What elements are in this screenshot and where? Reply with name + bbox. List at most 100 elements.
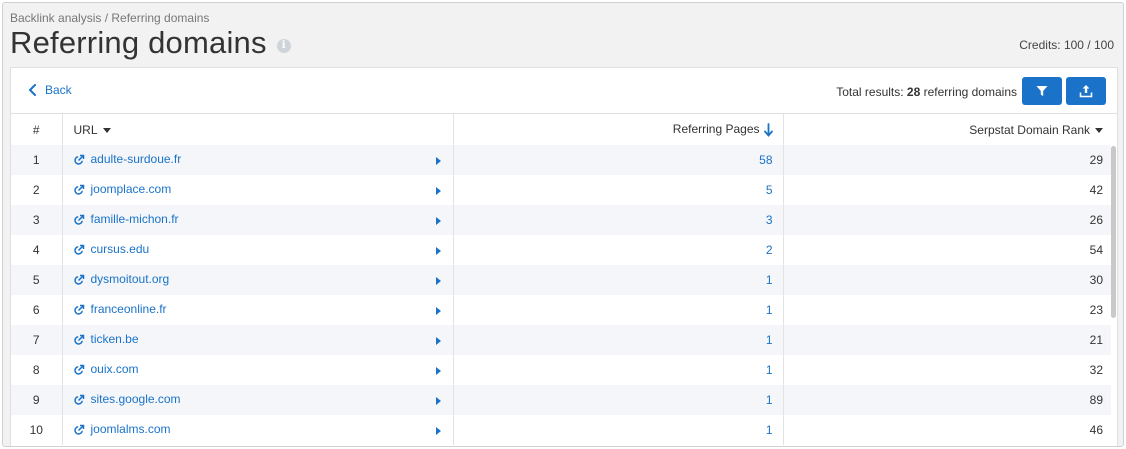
- table-row: 4 cursus.edu 2 54: [11, 235, 1111, 265]
- row-number: 4: [11, 235, 63, 265]
- domain-name: franceonline.fr: [90, 302, 167, 317]
- info-icon[interactable]: i: [276, 39, 291, 53]
- results-card: Back Total results: 28 referring domains: [10, 67, 1118, 446]
- domain-name: ticken.be: [90, 332, 139, 347]
- table-header-row: # URL Referring Pages Serpstat Domain Ra…: [11, 114, 1111, 145]
- referring-pages-value[interactable]: 1: [453, 265, 784, 295]
- column-header-url-label: URL: [73, 122, 98, 137]
- column-header-rank-label: Serpstat Domain Rank: [969, 122, 1090, 137]
- row-number: 3: [11, 205, 63, 235]
- domain-link[interactable]: cursus.edu: [73, 242, 150, 257]
- filter-button[interactable]: [1022, 77, 1062, 105]
- sort-descending-icon: [763, 123, 773, 137]
- expand-arrow-icon[interactable]: [435, 427, 441, 435]
- external-link-icon: [73, 214, 84, 225]
- domain-link[interactable]: ticken.be: [73, 332, 139, 347]
- domain-name: dysmoitout.org: [90, 272, 170, 287]
- domain-name: sites.google.com: [90, 392, 181, 407]
- expand-arrow-icon[interactable]: [435, 337, 441, 345]
- expand-arrow-icon[interactable]: [435, 307, 441, 315]
- url-cell: cursus.edu: [62, 235, 454, 265]
- url-cell: ouix.com: [62, 355, 454, 385]
- row-number: 8: [11, 355, 63, 385]
- domain-link[interactable]: adulte-surdoue.fr: [73, 152, 182, 167]
- domain-rank-value: 29: [783, 145, 1111, 175]
- url-cell: famille-michon.fr: [62, 205, 454, 235]
- external-link-icon: [73, 244, 84, 255]
- external-link-icon: [73, 184, 84, 195]
- back-button[interactable]: Back: [27, 83, 72, 97]
- back-label: Back: [45, 83, 72, 97]
- domain-link[interactable]: joomlalms.com: [73, 422, 171, 437]
- breadcrumb[interactable]: Backlink analysis / Referring domains: [10, 11, 209, 25]
- external-link-icon: [73, 154, 84, 165]
- domain-name: joomlalms.com: [90, 422, 171, 437]
- domain-link[interactable]: famille-michon.fr: [73, 212, 179, 226]
- referring-domains-table: # URL Referring Pages Serpstat Domain Ra…: [11, 114, 1111, 445]
- expand-arrow-icon[interactable]: [435, 367, 441, 375]
- table-row: 5 dysmoitout.org 1 30: [11, 265, 1111, 295]
- domain-rank-value: 89: [783, 385, 1111, 415]
- referring-pages-value[interactable]: 1: [453, 385, 784, 415]
- page-title: Referring domains: [10, 25, 267, 60]
- domain-name: adulte-surdoue.fr: [90, 152, 182, 167]
- table-row: 7 ticken.be 1 21: [11, 325, 1111, 355]
- total-suffix: referring domains: [920, 85, 1017, 99]
- row-number: 10: [11, 415, 63, 445]
- column-header-ref-label: Referring Pages: [672, 122, 760, 137]
- table-body: 1 adulte-surdoue.fr 58 29 2 joomplace.com 5 42 3…: [11, 145, 1111, 445]
- table-row: 10 joomlalms.com 1 46: [11, 415, 1111, 445]
- referring-pages-value[interactable]: 58: [453, 145, 784, 175]
- domain-name: ouix.com: [90, 362, 139, 377]
- expand-arrow-icon[interactable]: [435, 397, 441, 405]
- column-header-url[interactable]: URL: [62, 114, 454, 145]
- external-link-icon: [73, 424, 84, 435]
- referring-pages-value[interactable]: 1: [453, 415, 784, 445]
- expand-arrow-icon[interactable]: [435, 157, 441, 165]
- expand-arrow-icon[interactable]: [435, 277, 441, 285]
- referring-pages-value[interactable]: 5: [453, 175, 784, 205]
- domain-rank-value: 26: [783, 205, 1111, 235]
- referring-pages-value[interactable]: 1: [453, 355, 784, 385]
- table-row: 1 adulte-surdoue.fr 58 29: [11, 145, 1111, 175]
- row-number: 7: [11, 325, 63, 355]
- expand-arrow-icon[interactable]: [435, 187, 441, 195]
- filter-icon: [1036, 86, 1048, 96]
- row-number: 6: [11, 295, 63, 325]
- domain-name: joomplace.com: [90, 182, 172, 197]
- expand-arrow-icon[interactable]: [435, 217, 441, 225]
- referring-pages-value[interactable]: 3: [453, 205, 784, 235]
- url-cell: joomlalms.com: [62, 415, 454, 445]
- export-button[interactable]: [1066, 77, 1106, 105]
- results-toolbar: Back Total results: 28 referring domains: [11, 68, 1117, 114]
- column-header-referring-pages[interactable]: Referring Pages: [453, 114, 784, 145]
- domain-link[interactable]: ouix.com: [73, 362, 139, 377]
- url-cell: franceonline.fr: [62, 295, 454, 325]
- domain-name: cursus.edu: [90, 242, 150, 257]
- external-link-icon: [73, 334, 84, 345]
- chevron-left-icon: [29, 84, 36, 96]
- domain-link[interactable]: sites.google.com: [73, 392, 181, 407]
- url-cell: sites.google.com: [62, 385, 454, 415]
- domain-rank-value: 23: [783, 295, 1111, 325]
- table-row: 9 sites.google.com 1 89: [11, 385, 1111, 415]
- url-cell: joomplace.com: [62, 175, 454, 205]
- credits-counter: Credits: 100 / 100: [1019, 38, 1114, 52]
- domain-link[interactable]: joomplace.com: [73, 182, 172, 197]
- url-cell: dysmoitout.org: [62, 265, 454, 295]
- row-number: 5: [11, 265, 63, 295]
- domain-rank-value: 21: [783, 325, 1111, 355]
- scrollbar[interactable]: [1111, 146, 1116, 318]
- referring-pages-value[interactable]: 2: [453, 235, 784, 265]
- caret-down-icon: [1095, 127, 1103, 133]
- domain-rank-value: 42: [783, 175, 1111, 205]
- referring-pages-value[interactable]: 1: [453, 295, 784, 325]
- expand-arrow-icon[interactable]: [435, 247, 441, 255]
- domain-link[interactable]: franceonline.fr: [73, 302, 167, 317]
- column-header-domain-rank[interactable]: Serpstat Domain Rank: [783, 114, 1111, 145]
- referring-pages-value[interactable]: 1: [453, 325, 784, 355]
- row-number: 1: [11, 145, 63, 175]
- domain-rank-value: 46: [783, 415, 1111, 445]
- app-frame: Backlink analysis / Referring domains Re…: [2, 2, 1124, 447]
- domain-link[interactable]: dysmoitout.org: [73, 272, 170, 287]
